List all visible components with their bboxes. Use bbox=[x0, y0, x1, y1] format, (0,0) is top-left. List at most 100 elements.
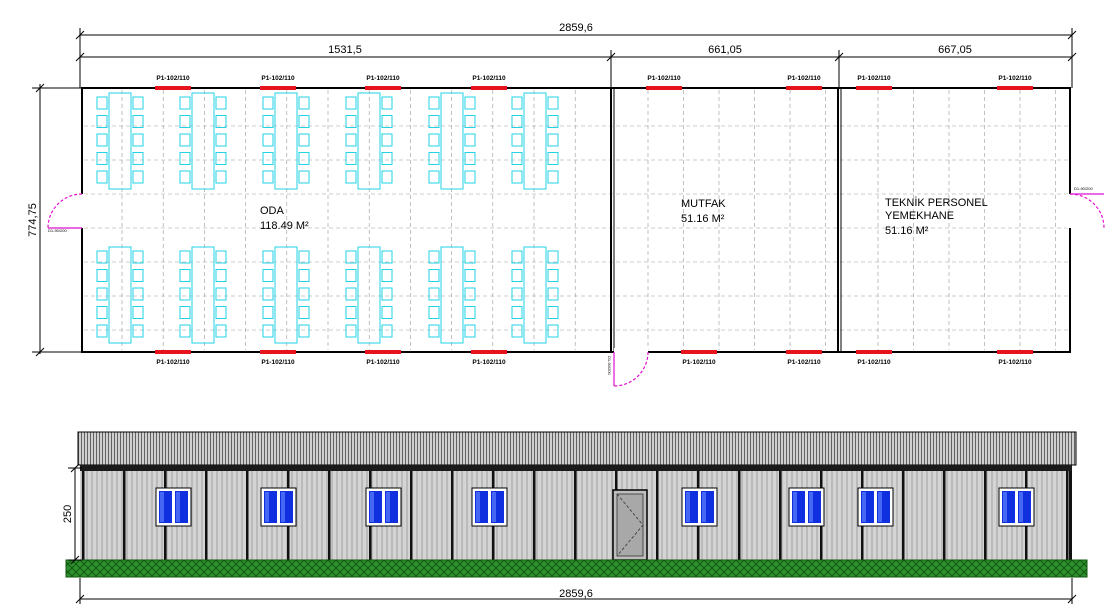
room-yemekhane-name-2: YEMEKHANE bbox=[885, 210, 954, 222]
facade-post bbox=[574, 471, 577, 560]
facade-post bbox=[984, 471, 987, 560]
chair bbox=[381, 152, 393, 165]
window-label: P1-102/110 bbox=[998, 359, 1032, 366]
chair bbox=[215, 306, 227, 319]
window-label: P1-102/110 bbox=[366, 75, 400, 82]
chair bbox=[298, 269, 310, 282]
facade-post bbox=[82, 471, 85, 560]
dining-furniture bbox=[96, 92, 559, 344]
chair bbox=[262, 250, 274, 264]
facade-post bbox=[779, 471, 782, 560]
window-label: P1-102/110 bbox=[472, 359, 506, 366]
chair bbox=[381, 324, 393, 338]
elevation-window bbox=[260, 487, 297, 527]
chair bbox=[428, 250, 440, 264]
facade-post bbox=[1069, 471, 1072, 560]
chair bbox=[381, 269, 393, 282]
chair bbox=[511, 269, 523, 282]
chair bbox=[298, 96, 310, 110]
chair bbox=[381, 133, 393, 147]
window-mark bbox=[471, 350, 507, 354]
dim-depth: 774,75 bbox=[27, 203, 39, 237]
window-mark bbox=[365, 86, 401, 90]
window-label: P1-102/110 bbox=[857, 75, 891, 82]
table-set bbox=[511, 92, 559, 190]
elevation-window bbox=[471, 487, 508, 527]
chair bbox=[262, 287, 274, 301]
chair bbox=[428, 152, 440, 165]
elevation-window bbox=[155, 487, 192, 527]
chair bbox=[345, 269, 357, 282]
chair bbox=[298, 170, 310, 184]
table-set bbox=[179, 92, 227, 190]
facade-post bbox=[328, 471, 331, 560]
window-mark bbox=[856, 350, 892, 354]
chair bbox=[215, 250, 227, 264]
chair bbox=[262, 306, 274, 319]
chair bbox=[345, 306, 357, 319]
room-yemekhane-name: TEKNİK PERSONEL bbox=[885, 196, 988, 209]
dim-elevation-height: 250 bbox=[62, 505, 74, 523]
chair bbox=[345, 96, 357, 110]
chair bbox=[215, 133, 227, 147]
chair bbox=[345, 170, 357, 184]
chair bbox=[215, 324, 227, 338]
chair bbox=[511, 96, 523, 110]
facade-post bbox=[246, 471, 249, 560]
facade-post bbox=[410, 471, 413, 560]
window-label: P1-102/110 bbox=[647, 75, 681, 82]
window-mark bbox=[365, 350, 401, 354]
chair bbox=[132, 152, 144, 165]
chair bbox=[262, 324, 274, 338]
elevation-window bbox=[857, 487, 894, 527]
elevation-window bbox=[681, 487, 718, 527]
chair bbox=[298, 324, 310, 338]
chair bbox=[96, 250, 108, 264]
chair bbox=[381, 287, 393, 301]
window-label: P1-102/110 bbox=[857, 359, 891, 366]
dim-segment-1: 1531,5 bbox=[328, 44, 362, 56]
container-floor-plan-drawing: 2859,6 1531,5 661,05 667,05 774,75 P1-10… bbox=[27, 22, 1105, 604]
chair bbox=[511, 170, 523, 184]
room-yemekhane-area: 51.16 M² bbox=[885, 225, 929, 237]
window-mark bbox=[646, 86, 682, 90]
chair bbox=[132, 133, 144, 147]
window-label: P1-102/110 bbox=[261, 75, 295, 82]
window-mark bbox=[681, 350, 717, 354]
chair bbox=[547, 133, 559, 147]
chair bbox=[547, 170, 559, 184]
chair bbox=[547, 96, 559, 110]
chair bbox=[179, 133, 191, 147]
chair bbox=[345, 287, 357, 301]
chair bbox=[179, 269, 191, 282]
chair bbox=[511, 133, 523, 147]
window-label: P1-102/110 bbox=[261, 359, 295, 366]
room-mutfak-name: MUTFAK bbox=[681, 198, 726, 210]
chair bbox=[428, 287, 440, 301]
door-label-right: D1-90/200 bbox=[1074, 186, 1093, 191]
chair bbox=[179, 287, 191, 301]
dim-total-width: 2859,6 bbox=[559, 22, 593, 34]
chair bbox=[262, 152, 274, 165]
dim-segment-3: 667,05 bbox=[938, 44, 972, 56]
room-oda-name: ODA bbox=[260, 205, 285, 217]
chair bbox=[428, 170, 440, 184]
chair bbox=[262, 170, 274, 184]
chair bbox=[381, 306, 393, 319]
table-set bbox=[511, 246, 559, 344]
window-label: P1-102/110 bbox=[366, 359, 400, 366]
chair bbox=[132, 287, 144, 301]
facade-post bbox=[1066, 471, 1069, 560]
chair bbox=[464, 152, 476, 165]
chair bbox=[132, 324, 144, 338]
table-set bbox=[428, 246, 476, 344]
chair bbox=[464, 269, 476, 282]
window-mark bbox=[997, 350, 1033, 354]
chair bbox=[547, 306, 559, 319]
room-oda-area: 118.49 M² bbox=[260, 220, 309, 232]
facade-post bbox=[533, 471, 536, 560]
roof-eave bbox=[80, 465, 1072, 471]
room-mutfak-area: 51.16 M² bbox=[681, 213, 725, 225]
chair bbox=[298, 152, 310, 165]
facade-post bbox=[656, 471, 659, 560]
